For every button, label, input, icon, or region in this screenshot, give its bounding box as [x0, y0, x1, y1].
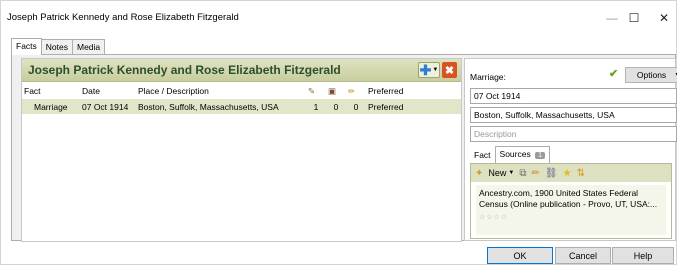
notes-count-cell: 0 [346, 99, 366, 114]
tab-notes[interactable]: Notes [40, 39, 73, 54]
date-cell: 07 Oct 1914 [80, 99, 136, 114]
edit-icon[interactable]: ✏ [532, 168, 540, 179]
column-fact[interactable]: Fact [22, 83, 80, 99]
column-sources[interactable]: ✎ [306, 83, 326, 99]
sources-count-badge: 1 [535, 152, 545, 159]
sources-tab-label: Sources [499, 149, 531, 159]
copy-icon[interactable]: ⧉ [519, 168, 526, 179]
fact-detail-panel: Marriage: ✔ Options ▼ 07 Oct 1914 Boston… [464, 58, 677, 241]
window-title: Joseph Patrick Kennedy and Rose Elizabet… [7, 12, 239, 23]
rating-stars-icon[interactable]: ☆☆☆☆ [479, 212, 663, 223]
detail-subtabs: Fact Sources 1 [470, 146, 550, 163]
notes-pencil-icon: ✏ [348, 85, 356, 96]
new-source-icon[interactable]: ✦ [475, 168, 483, 179]
tab-content: Joseph Patrick Kennedy and Rose Elizabet… [11, 54, 677, 242]
new-dropdown-icon[interactable]: ▼ [508, 170, 514, 176]
preferred-cell: Preferred [366, 99, 461, 114]
place-field[interactable]: Boston, Suffolk, Massachusetts, USA [470, 107, 677, 123]
place-cell: Boston, Suffolk, Massachusetts, USA [136, 99, 306, 114]
sources-list: ✦ New ▼ ⧉ ✏ ⛓ ★ ⇅ Ancestry.com, 1900 Uni… [470, 163, 672, 239]
column-media[interactable]: ▣ [326, 83, 346, 99]
add-fact-button[interactable]: ✚ ▼ [418, 62, 440, 78]
subtab-fact[interactable]: Fact [470, 148, 495, 163]
tab-media[interactable]: Media [72, 39, 106, 54]
media-count-cell: 0 [326, 99, 346, 114]
add-icon: ✚ [419, 62, 432, 78]
delete-icon: ✖ [444, 64, 455, 77]
ok-button[interactable]: OK [487, 247, 553, 264]
facts-header: Joseph Patrick Kennedy and Rose Elizabet… [22, 59, 461, 82]
sources-toolbar: ✦ New ▼ ⧉ ✏ ⛓ ★ ⇅ [471, 164, 671, 182]
close-button[interactable]: ✕ [642, 1, 677, 35]
couple-name: Joseph Patrick Kennedy and Rose Elizabet… [28, 63, 341, 77]
facts-panel: Joseph Patrick Kennedy and Rose Elizabet… [21, 58, 462, 242]
column-place[interactable]: Place / Description [136, 83, 306, 99]
source-citation-item[interactable]: Ancestry.com, 1900 United States Federal… [476, 185, 666, 235]
facts-table: Fact Date Place / Description ✎ ▣ ✏ Pref… [22, 83, 461, 114]
tab-facts[interactable]: Facts [11, 38, 42, 55]
table-header-row: Fact Date Place / Description ✎ ▣ ✏ Pref… [22, 83, 461, 99]
column-date[interactable]: Date [80, 83, 136, 99]
new-source-button[interactable]: New [488, 168, 506, 178]
checkmark-icon: ✔ [609, 68, 619, 80]
link-icon[interactable]: ⛓ [545, 168, 558, 179]
dropdown-arrow-icon: ▼ [432, 67, 439, 73]
move-icon[interactable]: ⇅ [577, 168, 585, 179]
source-citation-text: Ancestry.com, 1900 United States Federal… [479, 188, 658, 209]
help-button[interactable]: Help [612, 247, 674, 264]
cancel-button[interactable]: Cancel [555, 247, 611, 264]
subtab-sources[interactable]: Sources 1 [494, 146, 550, 163]
options-button[interactable]: Options ▼ [625, 67, 677, 83]
title-bar: Joseph Patrick Kennedy and Rose Elizabet… [1, 1, 676, 35]
table-row[interactable]: Marriage 07 Oct 1914 Boston, Suffolk, Ma… [22, 99, 461, 114]
source-citation-icon: ✎ [308, 85, 316, 96]
delete-fact-button[interactable]: ✖ [442, 62, 457, 78]
tab-strip: Facts Notes Media [11, 38, 106, 55]
sources-count-cell: 1 [306, 99, 326, 114]
fact-editor-window: Joseph Patrick Kennedy and Rose Elizabet… [0, 0, 677, 265]
column-preferred[interactable]: Preferred [366, 83, 461, 99]
description-field[interactable]: Description [470, 126, 677, 142]
options-label: Options [636, 70, 667, 80]
date-field[interactable]: 07 Oct 1914 [470, 88, 677, 104]
fact-cell: Marriage [22, 99, 80, 114]
star-icon[interactable]: ★ [563, 168, 572, 179]
column-notes[interactable]: ✏ [346, 83, 366, 99]
media-icon: ▣ [328, 85, 337, 96]
fact-type-label: Marriage: [470, 72, 506, 82]
